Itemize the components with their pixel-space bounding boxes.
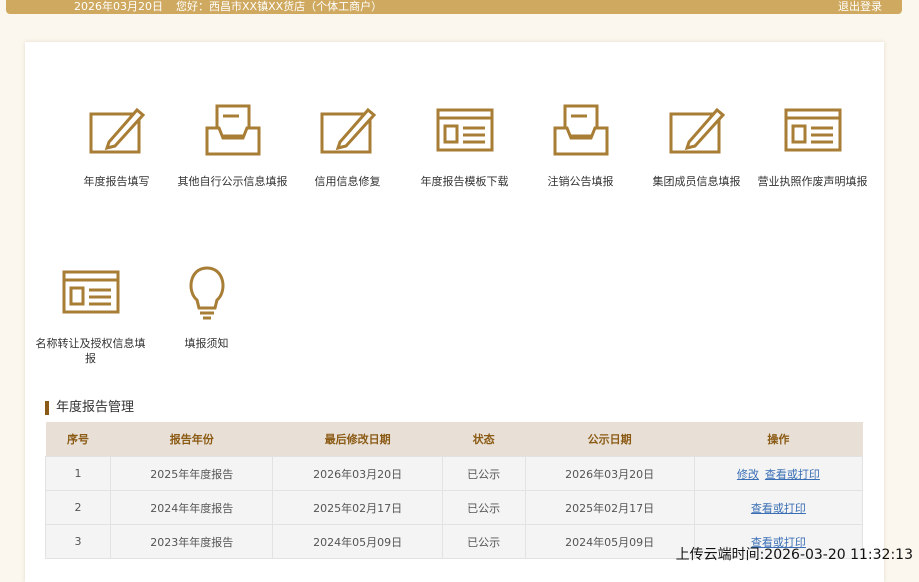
greeting-text: 您好：西昌市XX镇XX货店（个体工商户） <box>176 0 383 13</box>
view-print-link[interactable]: 查看或打印 <box>765 468 820 481</box>
column-header: 报告年份 <box>110 422 273 457</box>
cell-status: 已公示 <box>441 524 526 559</box>
template-icon <box>784 108 841 152</box>
template-icon <box>62 270 119 314</box>
cell-modified: 2025年02月17日 <box>272 490 443 525</box>
cell-no: 3 <box>45 524 111 559</box>
cell-no: 1 <box>45 456 111 491</box>
tile-8[interactable]: 填报须知 <box>149 262 264 351</box>
tile-label: 集团成员信息填报 <box>652 175 741 188</box>
edit-icon <box>320 107 376 154</box>
annual-report-table: 序号 报告年份 最后修改日期 状态 公示日期 操作 1 2025年年度报告 2026年03月20… <box>45 422 864 559</box>
inbox-icon <box>205 104 260 156</box>
tile-6[interactable]: 营业执照作废声明填报 <box>755 100 870 189</box>
cell-status: 已公示 <box>441 456 526 491</box>
tile-1[interactable]: 其他自行公示信息填报 <box>175 100 290 189</box>
tile-label: 年度报告填写 <box>83 175 150 188</box>
tile-label: 其他自行公示信息填报 <box>177 175 288 188</box>
cell-modified: 2026年03月20日 <box>272 456 443 491</box>
main-panel: 年度报告填写 其他自行公示信息填报 信用信息修复 年度报告模板下载 注销公告填报 集团成员… <box>25 42 884 582</box>
inbox-icon <box>553 104 608 156</box>
table-row: 1 2025年年度报告 2026年03月20日 已公示 2026年03月20日 修改 查看或… <box>45 456 864 491</box>
tile-3[interactable]: 年度报告模板下载 <box>407 100 522 189</box>
tile-label: 填报须知 <box>184 337 229 350</box>
view-print-link[interactable]: 查看或打印 <box>751 502 806 515</box>
tile-5[interactable]: 集团成员信息填报 <box>639 100 754 189</box>
cell-published: 2026年03月20日 <box>524 456 695 491</box>
cell-actions: 查看或打印 <box>693 490 864 525</box>
column-header: 序号 <box>45 422 111 457</box>
column-header: 操作 <box>694 422 863 457</box>
date-text: 2026年03月20日 <box>74 0 163 13</box>
cell-status: 已公示 <box>441 490 526 525</box>
edit-icon <box>89 107 145 154</box>
tile-label: 注销公告填报 <box>547 175 614 188</box>
tile-4[interactable]: 注销公告填报 <box>523 100 638 189</box>
column-header: 最后修改日期 <box>272 422 443 457</box>
cell-year: 2024年年度报告 <box>109 490 274 525</box>
edit-icon <box>669 107 725 154</box>
cell-year: 2023年年度报告 <box>109 524 274 559</box>
tile-label: 年度报告模板下载 <box>420 175 509 188</box>
section-title: 年度报告管理 <box>45 401 134 415</box>
cell-actions: 修改 查看或打印 <box>693 456 864 491</box>
tile-0[interactable]: 年度报告填写 <box>59 100 174 189</box>
tile-label: 信用信息修复 <box>314 175 381 188</box>
tile-label: 营业执照作废声明填报 <box>757 175 868 188</box>
tile-label: 名称转让及授权信息填报 <box>35 337 146 365</box>
logout-button[interactable]: 退出登录 <box>838 0 882 14</box>
bulb-icon <box>189 266 224 320</box>
tile-2[interactable]: 信用信息修复 <box>290 100 405 189</box>
table-row: 2 2024年年度报告 2025年02月17日 已公示 2025年02月17日 查看或打印 <box>45 490 864 525</box>
edit-link[interactable]: 修改 <box>737 468 759 481</box>
cell-modified: 2024年05月09日 <box>272 524 443 559</box>
upload-time: 上传云端时间:2026-03-20 11:32:13 <box>675 547 913 563</box>
column-header: 状态 <box>442 422 525 457</box>
cell-published: 2025年02月17日 <box>524 490 695 525</box>
cell-no: 2 <box>45 490 111 525</box>
column-header: 公示日期 <box>525 422 695 457</box>
cell-published: 2024年05月09日 <box>524 524 695 559</box>
top-bar: 2026年03月20日 您好：西昌市XX镇XX货店（个体工商户） 退出登录 <box>6 0 902 14</box>
template-icon <box>436 108 493 152</box>
cell-year: 2025年年度报告 <box>109 456 274 491</box>
tile-7[interactable]: 名称转让及授权信息填报 <box>33 262 148 366</box>
